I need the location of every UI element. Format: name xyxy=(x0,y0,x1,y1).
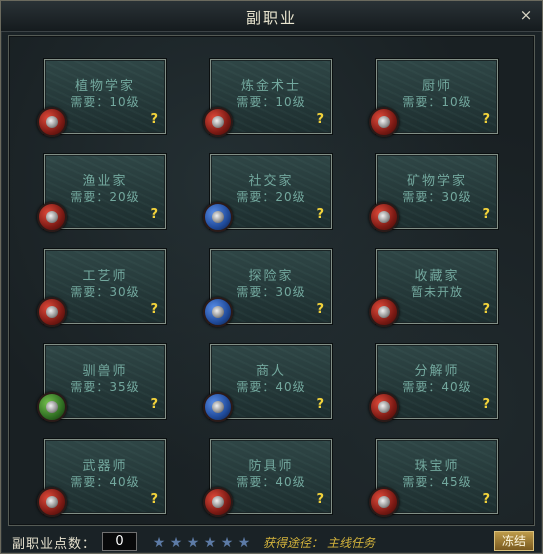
profession-name: 分解师 xyxy=(414,364,460,379)
help-icon[interactable]: ? xyxy=(316,113,324,126)
profession-card[interactable]: 厨师 需要：10级? xyxy=(369,59,498,137)
star-rating: ★ ★ ★ ★ ★ ★ xyxy=(151,532,253,551)
profession-emblem-icon xyxy=(369,392,399,422)
profession-name: 厨师 xyxy=(421,79,452,94)
profession-emblem-icon xyxy=(369,107,399,137)
profession-requirement: 需要：40级 xyxy=(236,380,306,394)
profession-name: 社交家 xyxy=(248,174,294,189)
profession-card[interactable]: 渔业家 需要：20级? xyxy=(37,154,166,232)
profession-name: 珠宝师 xyxy=(414,459,460,474)
profession-requirement: 需要：10级 xyxy=(402,95,472,109)
profession-requirement: 需要：30级 xyxy=(70,285,140,299)
footer-bar: 副职业点数： 0 ★ ★ ★ ★ ★ ★ 获得途径： 主线任务 冻结 xyxy=(1,528,542,554)
profession-requirement: 需要：45级 xyxy=(402,475,472,489)
profession-emblem-icon xyxy=(203,297,233,327)
profession-requirement: 需要：30级 xyxy=(402,190,472,204)
help-icon[interactable]: ? xyxy=(316,493,324,506)
profession-name: 探险家 xyxy=(248,269,294,284)
profession-requirement: 需要：40级 xyxy=(236,475,306,489)
profession-name: 工艺师 xyxy=(82,269,128,284)
profession-emblem-icon xyxy=(203,487,233,517)
profession-card[interactable]: 植物学家 需要：10级? xyxy=(37,59,166,137)
profession-emblem-icon xyxy=(369,297,399,327)
help-icon[interactable]: ? xyxy=(150,113,158,126)
profession-name: 矿物学家 xyxy=(406,174,467,189)
profession-name: 渔业家 xyxy=(82,174,128,189)
help-icon[interactable]: ? xyxy=(482,303,490,316)
star-icon: ★ xyxy=(237,535,251,551)
profession-emblem-icon xyxy=(369,202,399,232)
help-icon[interactable]: ? xyxy=(482,493,490,506)
acquire-value: 主线任务 xyxy=(327,536,376,550)
points-label: 副职业点数： xyxy=(12,537,97,552)
close-icon[interactable]: × xyxy=(517,6,535,24)
profession-name: 收藏家 xyxy=(414,269,460,284)
profession-name: 武器师 xyxy=(82,459,128,474)
help-icon[interactable]: ? xyxy=(482,113,490,126)
profession-card[interactable]: 商人 需要：40级? xyxy=(203,344,332,422)
profession-card[interactable]: 探险家 需要：30级? xyxy=(203,249,332,327)
profession-emblem-icon xyxy=(37,392,67,422)
profession-card[interactable]: 分解师 需要：40级? xyxy=(369,344,498,422)
help-icon[interactable]: ? xyxy=(150,493,158,506)
profession-card[interactable]: 炼金术士 需要：10级? xyxy=(203,59,332,137)
profession-emblem-icon xyxy=(37,297,67,327)
help-icon[interactable]: ? xyxy=(150,398,158,411)
help-icon[interactable]: ? xyxy=(482,208,490,221)
help-icon[interactable]: ? xyxy=(150,208,158,221)
profession-requirement: 暂未开放 xyxy=(410,285,463,299)
profession-grid: 植物学家 需要：10级? 炼金术士 需要：10级? 厨师 需要：10级? 渔业家 需要：20级… xyxy=(8,35,535,526)
profession-emblem-icon xyxy=(369,487,399,517)
profession-requirement: 需要：10级 xyxy=(236,95,306,109)
acquire-method: 获得途径： 主线任务 xyxy=(263,534,375,551)
profession-requirement: 需要：35级 xyxy=(70,380,140,394)
star-icon: ★ xyxy=(203,535,217,551)
help-icon[interactable]: ? xyxy=(482,398,490,411)
profession-window: 副职业 × 植物学家 需要：10级? 炼金术士 需要：10级? 厨师 需要：10级? 渔业家… xyxy=(0,0,543,554)
help-icon[interactable]: ? xyxy=(150,303,158,316)
profession-name: 炼金术士 xyxy=(240,79,301,94)
profession-emblem-icon xyxy=(203,202,233,232)
profession-card[interactable]: 武器师 需要：40级? xyxy=(37,439,166,517)
profession-emblem-icon xyxy=(37,487,67,517)
profession-emblem-icon xyxy=(37,107,67,137)
profession-name: 植物学家 xyxy=(74,79,135,94)
profession-card[interactable]: 珠宝师 需要：45级? xyxy=(369,439,498,517)
freeze-button[interactable]: 冻结 xyxy=(494,531,534,551)
profession-name: 商人 xyxy=(255,364,286,379)
points-value: 0 xyxy=(102,532,137,551)
help-icon[interactable]: ? xyxy=(316,303,324,316)
profession-card[interactable]: 收藏家 暂未开放? xyxy=(369,249,498,327)
profession-emblem-icon xyxy=(203,392,233,422)
profession-requirement: 需要：40级 xyxy=(70,475,140,489)
help-icon[interactable]: ? xyxy=(316,398,324,411)
profession-requirement: 需要：20级 xyxy=(70,190,140,204)
acquire-label: 获得途径： xyxy=(263,536,324,550)
star-icon: ★ xyxy=(152,535,166,551)
profession-requirement: 需要：10级 xyxy=(70,95,140,109)
profession-card[interactable]: 社交家 需要：20级? xyxy=(203,154,332,232)
profession-name: 驯兽师 xyxy=(82,364,128,379)
profession-emblem-icon xyxy=(37,202,67,232)
star-icon: ★ xyxy=(169,535,183,551)
profession-card[interactable]: 工艺师 需要：30级? xyxy=(37,249,166,327)
window-title: 副职业 xyxy=(245,9,297,27)
star-icon: ★ xyxy=(220,535,234,551)
profession-card[interactable]: 驯兽师 需要：35级? xyxy=(37,344,166,422)
help-icon[interactable]: ? xyxy=(316,208,324,221)
title-bar[interactable]: 副职业 × xyxy=(1,1,542,32)
profession-requirement: 需要：30级 xyxy=(236,285,306,299)
profession-card[interactable]: 矿物学家 需要：30级? xyxy=(369,154,498,232)
profession-name: 防具师 xyxy=(248,459,294,474)
profession-requirement: 需要：40级 xyxy=(402,380,472,394)
star-icon: ★ xyxy=(186,535,200,551)
profession-card[interactable]: 防具师 需要：40级? xyxy=(203,439,332,517)
profession-requirement: 需要：20级 xyxy=(236,190,306,204)
profession-emblem-icon xyxy=(203,107,233,137)
